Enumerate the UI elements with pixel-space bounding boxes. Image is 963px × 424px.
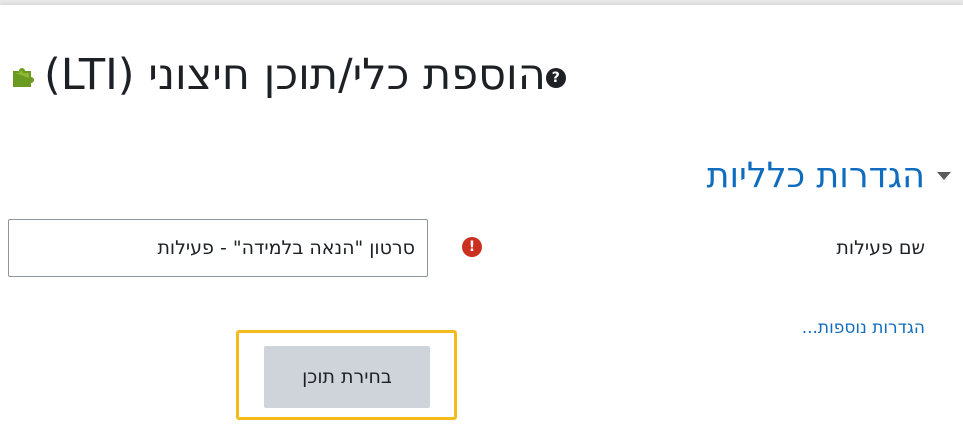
activity-name-input[interactable] bbox=[8, 219, 428, 277]
more-settings-link[interactable]: הגדרות נוספות... bbox=[802, 318, 925, 338]
chevron-down-icon[interactable] bbox=[937, 172, 951, 180]
question-icon[interactable]: ? bbox=[545, 68, 566, 88]
page-card: הוספת כלי/תוכן חיצוני (LTI) ? הגדרות כלל… bbox=[0, 5, 963, 424]
select-content-button[interactable]: בחירת תוכן bbox=[264, 346, 430, 408]
section-general-settings[interactable]: הגדרות כלליות bbox=[0, 151, 963, 201]
section-title[interactable]: הגדרות כלליות bbox=[707, 156, 925, 196]
page-title: הוספת כלי/תוכן חיצוני (LTI) bbox=[44, 50, 546, 100]
exclamation-icon: ! bbox=[462, 237, 482, 257]
page-header: הוספת כלי/תוכן חיצוני (LTI) ? bbox=[0, 35, 963, 115]
activity-name-label: שם פעילות bbox=[836, 237, 925, 259]
puzzle-icon bbox=[10, 62, 36, 88]
